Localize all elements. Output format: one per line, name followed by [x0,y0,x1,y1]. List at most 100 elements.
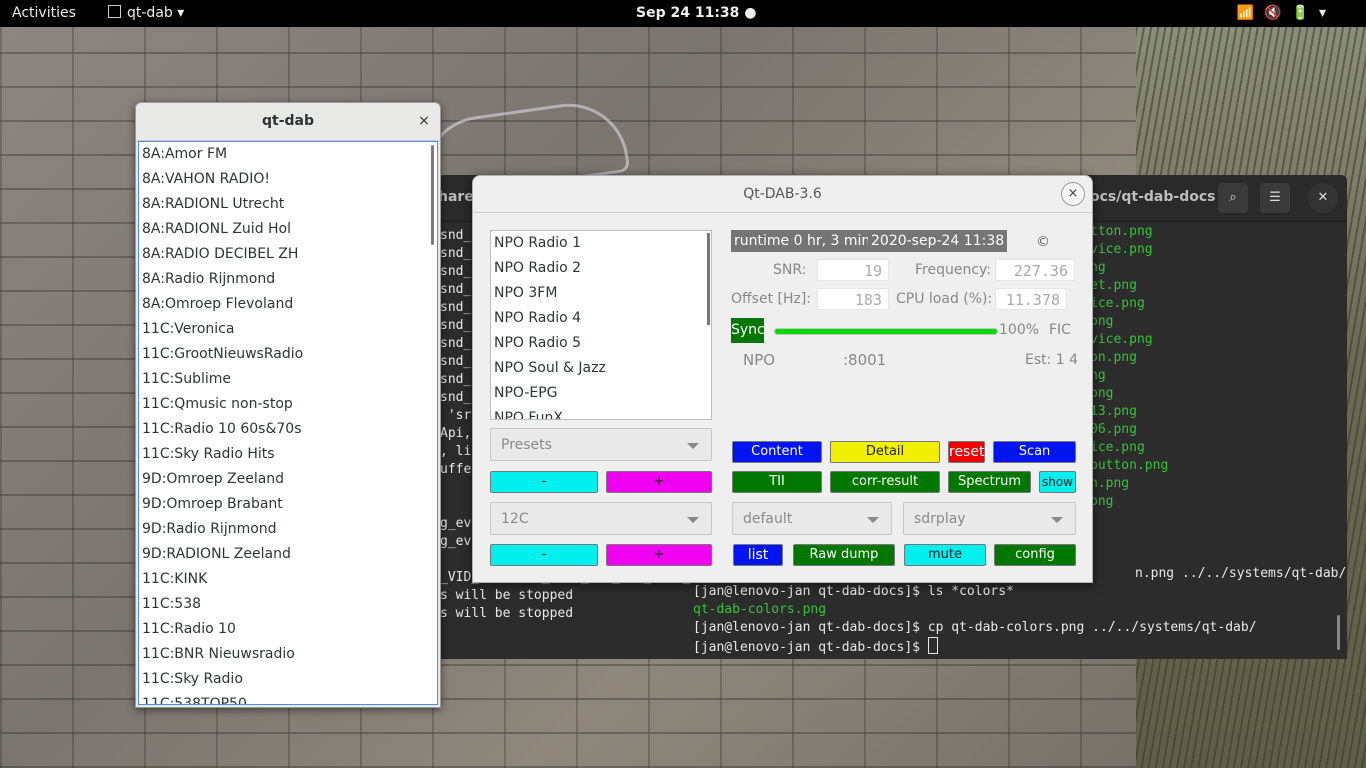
terminal-line: vice.png [1090,242,1153,257]
mute-button[interactable]: mute [904,544,986,566]
station-list-item[interactable]: 11C:Sky Radio Hits [142,442,275,467]
scan-button[interactable]: Scan [993,441,1076,463]
close-icon[interactable]: × [1061,182,1085,206]
terminal-line: n.png ../../systems/qt-dab/ [1135,566,1347,581]
service-list[interactable]: NPO Radio 1 NPO Radio 2 NPO 3FM NPO Radio 4… [490,230,712,420]
app-icon [108,5,121,18]
input-device-select-value: sdrplay [914,511,966,527]
chevron-down-icon [867,517,879,523]
service-list-scrollbar[interactable] [707,233,710,325]
show-button[interactable]: show [1039,471,1076,493]
station-list-item[interactable]: 11C:Radio 10 60s&70s [142,417,302,442]
list-button[interactable]: list [733,544,783,566]
service-list-item[interactable]: NPO Radio 4 [494,306,581,331]
clock[interactable]: Sep 24 11:38 ● [636,0,757,27]
app-menu-label: qt-dab [127,5,173,21]
service-list-item[interactable]: NPO Radio 1 [494,231,581,256]
station-list-item[interactable]: 8A:RADIONL Zuid Hol [142,217,291,242]
audio-device-select[interactable]: default [732,502,892,535]
terminal-line: ice.png [1090,296,1145,311]
station-list-item[interactable]: 9D:Radio Rijnmond [142,517,277,542]
terminal-line: snd_ [440,336,472,351]
corr-result-button[interactable]: corr-result [830,471,940,493]
channel-select[interactable]: 12C [490,502,712,535]
terminal-line: png [1090,494,1114,509]
terminal-scrollbar[interactable] [1337,615,1340,650]
input-device-select[interactable]: sdrplay [903,502,1076,535]
terminal-line: [jan@lenovo-jan qt-dab-docs]$ cp qt-dab-… [693,620,1257,635]
station-list-item[interactable]: 11C:538TOP50 [142,692,247,704]
terminal-line: snd_ [440,300,472,315]
datetime-display: 2020-sep-24 11:38 [868,230,1008,252]
signal-quality-fill [775,329,997,334]
station-list-item[interactable]: 11C:Sublime [142,367,231,392]
terminal-line: vice.png [1090,332,1153,347]
station-list-item[interactable]: 11C:538 [142,592,201,617]
station-list-window[interactable]: qt-dab × 8A:Amor FM 8A:VAHON RADIO! 8A:RAD… [135,102,441,708]
station-list-item[interactable]: 8A:Radio Rijnmond [142,267,275,292]
preset-add-button[interactable]: + [606,471,712,493]
activities-button[interactable]: Activities [12,0,76,27]
signal-percent: 100% [999,322,1040,338]
station-list-item[interactable]: 11C:Qmusic non-stop [142,392,293,417]
reset-button[interactable]: reset [948,441,985,463]
terminal-line: tton.png [1090,224,1153,239]
station-list-scrollbar[interactable] [431,145,434,245]
config-button[interactable]: config [994,544,1076,566]
terminal-line: png [1090,386,1114,401]
raw-dump-button[interactable]: Raw dump [793,544,895,566]
station-list-item[interactable]: 11C:KINK [142,567,207,592]
terminal-line: snd_ [440,282,472,297]
tii-button[interactable]: TII [732,471,822,493]
station-list-item[interactable]: 9D:Omroep Zeeland [142,467,284,492]
station-list-item[interactable]: 8A:Amor FM [142,142,227,167]
copyright-icon[interactable]: © [1036,232,1050,252]
station-list-item[interactable]: 9D:RADIONL Zeeland [142,542,291,567]
hamburger-menu-icon[interactable]: ☰ [1260,183,1290,213]
station-list-item[interactable]: 11C:GrootNieuwsRadio [142,342,303,367]
station-list-item[interactable]: 8A:VAHON RADIO! [142,167,270,192]
channel-down-button[interactable]: - [490,544,598,566]
station-list[interactable]: 8A:Amor FM 8A:VAHON RADIO! 8A:RADIONL Utre… [138,141,438,705]
channel-select-value: 12C [501,511,529,527]
station-list-item[interactable]: 11C:Veronica [142,317,234,342]
station-list-item[interactable]: 9D:Omroep Brabant [142,492,283,517]
preset-remove-button[interactable]: - [490,471,598,493]
chevron-down-icon [1051,517,1063,523]
service-list-item[interactable]: NPO Soul & Jazz [494,356,606,381]
terminal-prompt[interactable]: [jan@lenovo-jan qt-dab-docs]$ [693,637,938,655]
station-list-item[interactable]: 8A:Omroep Flevoland [142,292,293,317]
ensemble-name: NPO [743,351,776,369]
station-list-item[interactable]: 8A:RADIONL Utrecht [142,192,284,217]
system-status-icons[interactable]: 📶🔇🔋▾ [1237,0,1336,27]
station-list-item[interactable]: 8A:RADIO DECIBEL ZH [142,242,298,267]
service-list-item[interactable]: NPO 3FM [494,281,557,306]
service-list-item[interactable]: NPO-EPG [494,381,558,406]
station-list-item[interactable]: 11C:BNR Nieuwsradio [142,642,295,667]
search-icon[interactable]: ⌕ [1218,183,1248,213]
close-icon[interactable]: ✕ [1308,183,1338,213]
detail-button[interactable]: Detail [830,441,940,463]
content-button[interactable]: Content [732,441,822,463]
terminal-line: n.png [1090,476,1130,491]
terminal-line: [jan@lenovo-jan qt-dab-docs]$ ls *colors… [693,584,1014,599]
service-list-item[interactable]: NPO Radio 2 [494,256,581,281]
presets-select[interactable]: Presets [490,428,712,461]
service-list-item[interactable]: NPO FunX [494,406,563,419]
close-icon[interactable]: × [414,111,434,131]
terminal-line: s will be stopped [440,588,574,603]
notification-dot-icon: ● [739,5,757,21]
qt-dab-main-window[interactable]: Qt-DAB-3.6 × NPO Radio 1 NPO Radio 2 NPO 3… [472,175,1093,583]
app-menu[interactable]: qt-dab ▾ [108,0,184,27]
terminal-line: snd_ [440,228,472,243]
station-list-item[interactable]: 11C:Sky Radio [142,667,243,692]
channel-up-button[interactable]: + [606,544,712,566]
terminal-title: ocs/qt-dab-docs [1090,189,1216,205]
spectrum-button[interactable]: Spectrum [948,471,1031,493]
terminal-line: s will be stopped [440,606,574,621]
clock-label: Sep 24 11:38 [636,5,740,21]
service-list-item[interactable]: NPO Radio 5 [494,331,581,356]
station-list-item[interactable]: 11C:Radio 10 [142,617,236,642]
terminal-line: 13.png [1090,404,1137,419]
terminal-line: 06.png [1090,422,1137,437]
